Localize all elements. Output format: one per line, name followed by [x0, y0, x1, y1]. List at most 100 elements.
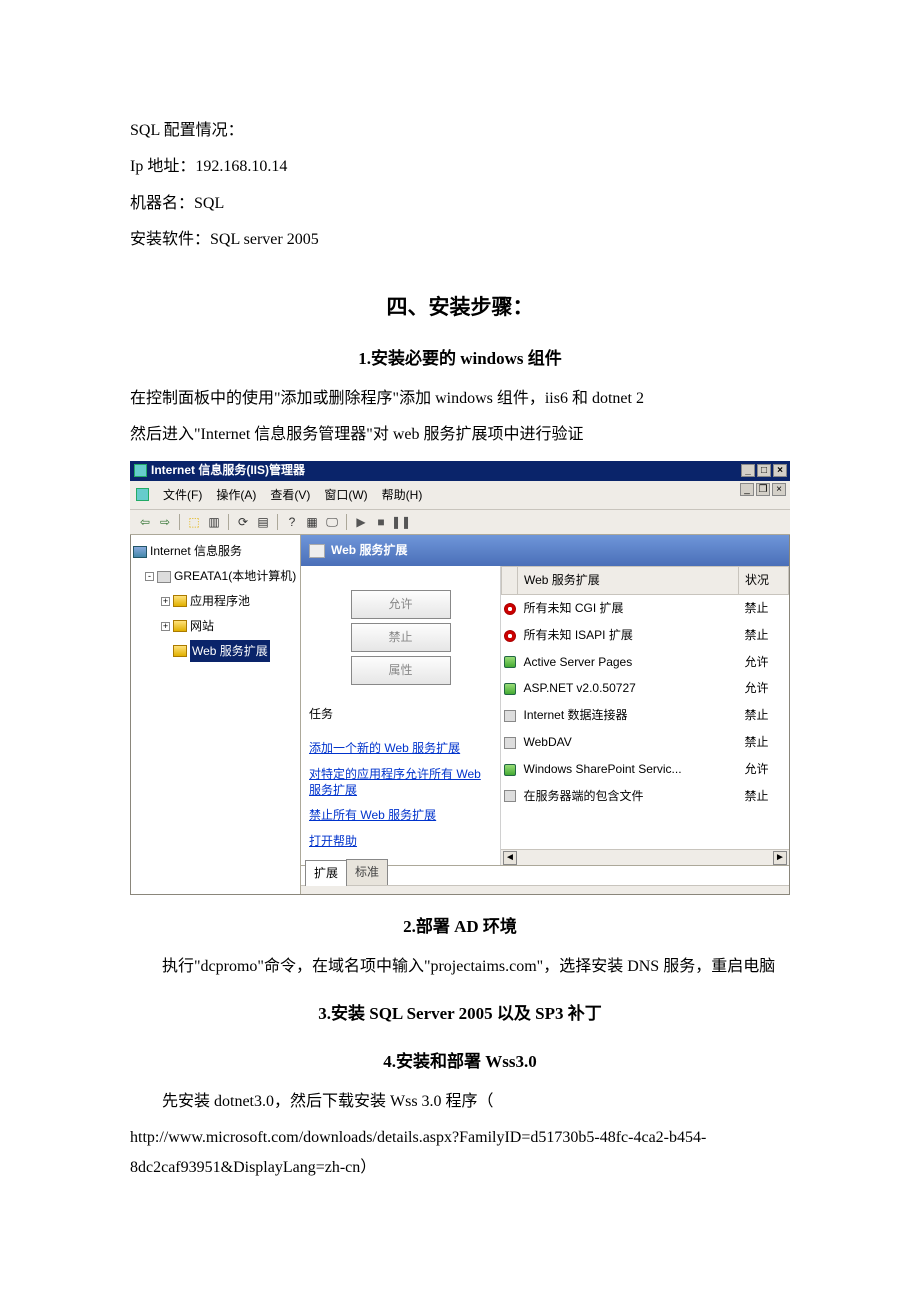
menu-window[interactable]: 窗口(W) [324, 484, 367, 507]
heading-step3: 3.安装 SQL Server 2005 以及 SP3 补丁 [130, 998, 790, 1030]
expand-icon[interactable]: + [161, 597, 170, 606]
maximize-button[interactable]: □ [757, 464, 771, 477]
minimize-button[interactable]: _ [741, 464, 755, 477]
extension-row[interactable]: 所有未知 ISAPI 扩展禁止 [502, 622, 789, 649]
tree-webext-label: Web 服务扩展 [190, 640, 270, 663]
toolbar-separator [228, 514, 229, 530]
titlebar[interactable]: Internet 信息服务(IIS)管理器 _ □ × [130, 461, 790, 481]
folder-icon [173, 645, 187, 657]
col-status[interactable]: 状况 [739, 567, 789, 595]
panel-title: Web 服务扩展 [331, 539, 407, 562]
machine-para: 机器名：SQL [130, 189, 790, 219]
extension-row[interactable]: Internet 数据连接器禁止 [502, 702, 789, 729]
link-add-ext[interactable]: 添加一个新的 Web 服务扩展 [309, 741, 492, 757]
hscrollbar[interactable]: ◄ ► [501, 849, 789, 865]
step4-p1: 先安装 dotnet3.0，然后下载安装 Wss 3.0 程序（ [130, 1087, 790, 1117]
toolbar-separator [277, 514, 278, 530]
help-button[interactable]: ? [283, 513, 301, 531]
mdi-close-button[interactable]: × [772, 483, 786, 496]
service-icon [133, 546, 147, 558]
screen-button[interactable]: 🖵 [323, 513, 341, 531]
mdi-minimize-button[interactable]: _ [740, 483, 754, 496]
actions-column: 允许 禁止 属性 任务 添加一个新的 Web 服务扩展 对特定的应用程序允许所有… [301, 566, 501, 865]
tree-server-label: GREATA1(本地计算机) [174, 565, 296, 588]
tree-server[interactable]: - GREATA1(本地计算机) [133, 564, 298, 589]
tree-webext[interactable]: Web 服务扩展 [133, 639, 298, 664]
tree-websites-label: 网站 [190, 615, 214, 638]
close-button[interactable]: × [773, 464, 787, 477]
app-icon [134, 464, 147, 477]
sql-config-para: SQL 配置情况： [130, 116, 790, 146]
ext-icon-cell [502, 622, 518, 649]
ext-status: 允许 [739, 649, 789, 676]
pause-button[interactable]: ❚❚ [392, 513, 410, 531]
ext-status: 允许 [739, 756, 789, 783]
tree-root[interactable]: Internet 信息服务 [133, 539, 298, 564]
start-button[interactable]: ▶ [352, 513, 370, 531]
properties-button[interactable]: 属性 [351, 656, 451, 685]
heading-step1: 1.安装必要的 windows 组件 [130, 343, 790, 375]
grid-button[interactable]: ▦ [303, 513, 321, 531]
heading-step2: 2.部署 AD 环境 [130, 911, 790, 943]
heading-steps: 四、安装步骤： [130, 288, 790, 328]
ext-status: 禁止 [739, 783, 789, 810]
menu-file[interactable]: 文件(F) [163, 484, 202, 507]
menu-action[interactable]: 操作(A) [216, 484, 256, 507]
back-button[interactable]: ⇦ [136, 513, 154, 531]
toolbar: ⇦ ⇨ ⬚ ▥ ⟳ ▤ ? ▦ 🖵 ▶ ■ ❚❚ [130, 510, 790, 535]
ip-para: Ip 地址：192.168.10.14 [130, 152, 790, 182]
link-allow-all[interactable]: 对特定的应用程序允许所有 Web 服务扩展 [309, 767, 492, 798]
col-name[interactable]: Web 服务扩展 [518, 567, 739, 595]
dll-icon [504, 790, 516, 802]
ext-name: 所有未知 ISAPI 扩展 [518, 622, 739, 649]
extension-row[interactable]: ASP.NET v2.0.50727允许 [502, 675, 789, 702]
mdi-restore-button[interactable]: ❐ [756, 483, 770, 496]
ext-name: 在服务器端的包含文件 [518, 783, 739, 810]
ext-icon-cell [502, 594, 518, 621]
extensions-table: Web 服务扩展 状况 所有未知 CGI 扩展禁止所有未知 ISAPI 扩展禁止… [501, 566, 789, 809]
tree-websites[interactable]: + 网站 [133, 614, 298, 639]
extension-row[interactable]: 所有未知 CGI 扩展禁止 [502, 594, 789, 621]
ext-name: WebDAV [518, 729, 739, 756]
window-title: Internet 信息服务(IIS)管理器 [151, 459, 305, 482]
tab-standard[interactable]: 标准 [346, 859, 388, 885]
tree-pane: Internet 信息服务 - GREATA1(本地计算机) + 应用程序池 +… [131, 535, 301, 894]
dll-icon [504, 737, 516, 749]
list-view-button[interactable]: ▥ [205, 513, 223, 531]
link-deny-all[interactable]: 禁止所有 Web 服务扩展 [309, 808, 492, 824]
stop-button[interactable]: ■ [372, 513, 390, 531]
extension-row[interactable]: 在服务器端的包含文件禁止 [502, 783, 789, 810]
prohibit-icon [504, 603, 516, 615]
mmc-icon [136, 488, 149, 501]
tab-strip: 扩展 标准 [301, 865, 789, 885]
scroll-right-button[interactable]: ► [773, 851, 787, 865]
scroll-left-button[interactable]: ◄ [503, 851, 517, 865]
allow-button[interactable]: 允许 [351, 590, 451, 619]
export-button[interactable]: ▤ [254, 513, 272, 531]
folder-icon [173, 620, 187, 632]
link-open-help[interactable]: 打开帮助 [309, 834, 492, 850]
step2-p1: 执行"dcpromo"命令，在域名项中输入"projectaims.com"，选… [130, 952, 790, 982]
refresh-button[interactable]: ⟳ [234, 513, 252, 531]
extension-row[interactable]: Windows SharePoint Servic...允许 [502, 756, 789, 783]
tasks-label: 任务 [309, 703, 494, 726]
extension-row[interactable]: Active Server Pages允许 [502, 649, 789, 676]
deny-button[interactable]: 禁止 [351, 623, 451, 652]
ext-name: Windows SharePoint Servic... [518, 756, 739, 783]
panel-header: Web 服务扩展 [301, 535, 789, 566]
ext-icon-cell [502, 702, 518, 729]
collapse-icon[interactable]: - [145, 572, 154, 581]
ext-name: Internet 数据连接器 [518, 702, 739, 729]
allow-icon [504, 764, 516, 776]
step1-p2: 然后进入"Internet 信息服务管理器"对 web 服务扩展项中进行验证 [130, 420, 790, 450]
menu-view[interactable]: 查看(V) [270, 484, 310, 507]
extension-row[interactable]: WebDAV禁止 [502, 729, 789, 756]
expand-icon[interactable]: + [161, 622, 170, 631]
forward-button[interactable]: ⇨ [156, 513, 174, 531]
col-icon[interactable] [502, 567, 518, 595]
tab-extended[interactable]: 扩展 [305, 860, 347, 886]
up-button[interactable]: ⬚ [185, 513, 203, 531]
menu-help[interactable]: 帮助(H) [382, 484, 423, 507]
tree-apppools[interactable]: + 应用程序池 [133, 589, 298, 614]
ext-status: 禁止 [739, 729, 789, 756]
